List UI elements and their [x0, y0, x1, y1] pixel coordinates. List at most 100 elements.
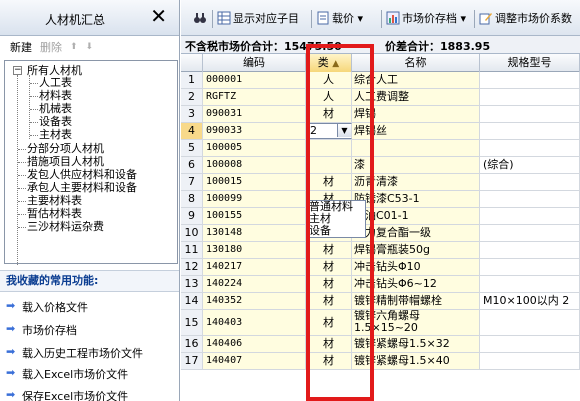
table-row[interactable]: 13 140224 材冲击钻头Φ6~12	[181, 276, 580, 293]
dropdown-option-equipment[interactable]: 设备	[307, 225, 365, 237]
name-cell[interactable]: 镀锌六角螺母1.5×15~20	[352, 310, 480, 335]
header-name[interactable]: 名称	[352, 54, 480, 72]
tree-item-contractor-main[interactable]: 承包人主要材料和设备	[27, 182, 137, 194]
spec-cell[interactable]	[480, 140, 580, 156]
name-cell[interactable]: 冲击钻头Φ10	[352, 259, 480, 275]
code-cell[interactable]: 140352	[203, 293, 306, 309]
name-cell[interactable]: 镀锌紧螺母1.5×40	[352, 353, 480, 369]
name-cell[interactable]: 防锈漆C53-1	[352, 191, 480, 207]
table-row[interactable]: 16 140406 材镀锌紧螺母1.5×32	[181, 336, 580, 353]
show-sub-button[interactable]: 显示对应子目	[217, 11, 299, 27]
tree-item-labor[interactable]: 人工表	[39, 77, 72, 89]
spec-cell[interactable]	[480, 106, 580, 122]
header-spec[interactable]: 规格型号	[480, 54, 580, 72]
tree-item-provisional[interactable]: 暂估材料表	[27, 208, 82, 220]
fav-market-archive[interactable]: ➡ 市场价存档	[6, 322, 77, 338]
spec-cell[interactable]	[480, 174, 580, 190]
table-row[interactable]: 6 100008 漆 (综合)	[181, 157, 580, 174]
name-cell[interactable]: 焊锡膏瓶装50g	[352, 242, 480, 258]
name-cell[interactable]: 电力复合酯一级	[352, 225, 480, 241]
table-row[interactable]: 4 090033 焊锡丝 2 ▼	[181, 123, 580, 140]
header-type[interactable]: 类 ▲	[306, 54, 352, 72]
type-dropdown[interactable]: 2 ▼	[306, 123, 352, 139]
spec-cell[interactable]	[480, 242, 580, 258]
move-up-icon[interactable]: ⬆	[70, 42, 78, 52]
table-row[interactable]: 2 RGFTZ 人人工费调整	[181, 89, 580, 106]
spec-cell[interactable]	[480, 123, 580, 139]
tree-item-sansha[interactable]: 三沙材料运杂费	[27, 221, 104, 233]
fav-load-history[interactable]: ➡ 载入历史工程市场价文件	[6, 345, 143, 361]
table-row[interactable]: 11 130180 材焊锡膏瓶装50g	[181, 242, 580, 259]
table-row[interactable]: 3 090031 材焊锡	[181, 106, 580, 123]
table-row[interactable]: 14 140352 材镀锌精制带帽螺栓 M10×100以内 2	[181, 293, 580, 310]
move-down-icon[interactable]: ⬇	[86, 42, 94, 52]
type-cell[interactable]: 材	[306, 293, 352, 309]
name-cell[interactable]	[352, 140, 480, 156]
name-cell[interactable]: 镀锌精制带帽螺栓	[352, 293, 480, 309]
tree-item-material[interactable]: 材料表	[39, 90, 72, 102]
type-cell[interactable]: 材	[306, 242, 352, 258]
type-cell[interactable]: 材	[306, 276, 352, 292]
name-cell[interactable]: 漆	[352, 157, 480, 173]
type-cell[interactable]	[306, 140, 352, 156]
spec-cell[interactable]	[480, 336, 580, 352]
new-button[interactable]: 新建	[10, 39, 32, 55]
spec-cell[interactable]	[480, 276, 580, 292]
code-cell[interactable]: 100005	[203, 140, 306, 156]
tree-item-main-materials[interactable]: 主要材料表	[27, 195, 82, 207]
table-row[interactable]: 1 000001 人综合人工	[181, 72, 580, 89]
tree-item-main-material[interactable]: 主材表	[39, 129, 72, 141]
tree-item-measures[interactable]: 措施项目人材机	[27, 156, 104, 168]
code-cell[interactable]: 140217	[203, 259, 306, 275]
code-cell[interactable]: 100008	[203, 157, 306, 173]
spec-cell[interactable]	[480, 259, 580, 275]
code-cell[interactable]: 000001	[203, 72, 306, 88]
code-cell[interactable]: 140406	[203, 336, 306, 352]
name-cell[interactable]: 焊锡丝	[352, 123, 480, 139]
name-cell[interactable]: 综合人工	[352, 72, 480, 88]
code-cell[interactable]: 100099	[203, 191, 306, 207]
code-cell[interactable]: 140403	[203, 310, 306, 335]
fav-load-excel[interactable]: ➡ 载入Excel市场价文件	[6, 366, 128, 382]
chevron-down-icon[interactable]: ▼	[337, 124, 351, 137]
fav-save-excel[interactable]: ➡ 保存Excel市场价文件	[6, 388, 128, 401]
close-icon[interactable]: ✕	[150, 4, 167, 28]
code-cell[interactable]: 090033	[203, 123, 306, 139]
collapse-icon[interactable]: −	[13, 66, 22, 75]
spec-cell[interactable]	[480, 89, 580, 105]
code-cell[interactable]: 130148	[203, 225, 306, 241]
table-row[interactable]: 17 140407 材镀锌紧螺母1.5×40	[181, 353, 580, 370]
code-cell[interactable]: 100015	[203, 174, 306, 190]
delete-button[interactable]: 删除	[40, 39, 62, 55]
type-cell[interactable]: 材	[306, 353, 352, 369]
spec-cell[interactable]	[480, 353, 580, 369]
name-cell[interactable]: 沥青清漆	[352, 174, 480, 190]
spec-cell[interactable]	[480, 208, 580, 224]
name-cell[interactable]: 焊锡	[352, 106, 480, 122]
tree-item-machine[interactable]: 机械表	[39, 103, 72, 115]
spec-cell[interactable]	[480, 72, 580, 88]
code-cell[interactable]: RGFTZ	[203, 89, 306, 105]
type-cell[interactable]: 材	[306, 174, 352, 190]
market-archive-button[interactable]: 市场价存档 ▾	[386, 11, 466, 27]
name-cell[interactable]: 冲击钻头Φ6~12	[352, 276, 480, 292]
name-cell[interactable]: 镀锌紧螺母1.5×32	[352, 336, 480, 352]
type-cell[interactable]: 人	[306, 72, 352, 88]
tree-item-partial[interactable]: 分部分项人材机	[27, 143, 104, 155]
code-cell[interactable]: 130180	[203, 242, 306, 258]
type-cell[interactable]: 材	[306, 259, 352, 275]
spec-cell[interactable]: M10×100以内 2	[480, 293, 580, 309]
load-price-button[interactable]: 载价 ▾	[316, 11, 363, 27]
spec-cell[interactable]	[480, 310, 580, 335]
type-cell[interactable]: 材	[306, 106, 352, 122]
spec-cell[interactable]	[480, 225, 580, 241]
table-row[interactable]: 5 100005	[181, 140, 580, 157]
fav-load-price-file[interactable]: ➡ 载入价格文件	[6, 299, 88, 315]
table-row[interactable]: 12 140217 材冲击钻头Φ10	[181, 259, 580, 276]
header-code[interactable]: 编码	[203, 54, 306, 72]
type-cell[interactable]: 人	[306, 89, 352, 105]
table-row[interactable]: 10130148材电力复合酯一级	[181, 225, 580, 242]
type-cell[interactable]	[306, 157, 352, 173]
code-cell[interactable]: 140224	[203, 276, 306, 292]
spec-cell[interactable]: (综合)	[480, 157, 580, 173]
